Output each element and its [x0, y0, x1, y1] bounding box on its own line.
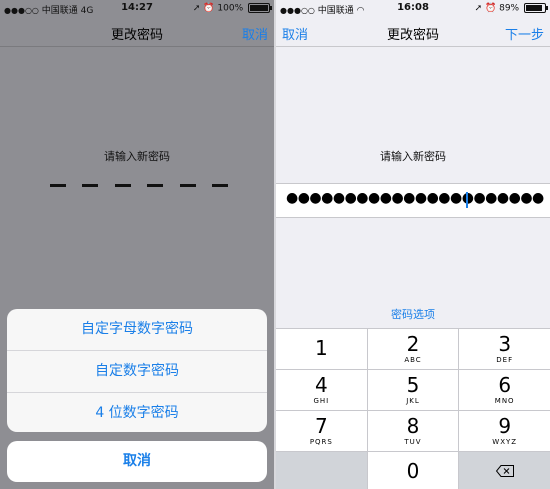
passcode-dash	[82, 184, 99, 187]
new-password-prompt: 请输入新密码	[380, 150, 446, 163]
numeric-keypad: 1 2 ABC 3 DEF 4 GHI 5 JKL 6 MNO 7 PQRS 8 TUV 9W…	[276, 328, 550, 489]
passcode-options-sheet: 自定字母数字密码 自定数字密码 4 位数字密码	[7, 309, 267, 432]
status-bar: ●●●○○ 中国联通 ◠ 16:08 ➚ ⏰ 89%	[276, 0, 550, 16]
passcode-dash	[50, 184, 66, 187]
key-0[interactable]: 0	[367, 452, 459, 489]
battery-percent: 89%	[499, 3, 520, 14]
key-7[interactable]: 7 PQRS	[276, 411, 367, 451]
next-button[interactable]: 下一步	[505, 24, 544, 43]
key-3[interactable]: 3 DEF	[459, 329, 550, 369]
empty-key	[276, 452, 367, 489]
alarm-icon: ⏰	[203, 3, 215, 14]
keypad-row: 1 2 ABC 3 DEF	[276, 329, 550, 369]
passcode-dash	[147, 184, 164, 187]
passcode-dashes	[50, 184, 228, 190]
passcode-options-link[interactable]: 密码选项	[276, 306, 550, 322]
passcode-dash	[179, 184, 196, 187]
delete-backspace-icon	[495, 464, 514, 477]
key-9[interactable]: 9 WXYZ	[459, 411, 550, 451]
key-6[interactable]: 6 MNO	[459, 370, 550, 410]
new-password-prompt: 请输入新密码	[104, 150, 170, 163]
nav-title: 更改密码	[110, 28, 163, 43]
nav-bar: 更改密码 取消	[0, 18, 274, 47]
nav-bar: 取消 更改密码 下一步	[276, 18, 550, 47]
key-1[interactable]: 1	[276, 329, 367, 369]
status-right: ➚ ⏰ 89%	[474, 3, 548, 14]
password-field[interactable]: ●●●●●●●●●●●●●●●●●●●●●●	[276, 183, 550, 218]
keypad-row: 0	[276, 452, 550, 489]
battery-percent: 100%	[217, 3, 244, 14]
keypad-row: 4 GHI 5 JKL 6 MNO	[276, 370, 550, 410]
status-bar: ●●●○○ 中国联通 4G 14:27 ➚ ⏰ 100%	[0, 0, 274, 16]
sheet-cancel-button[interactable]: 取消	[7, 441, 267, 482]
location-icon: ➚	[474, 3, 483, 14]
custom-numeric-option[interactable]: 自定数字密码	[7, 351, 267, 393]
cancel-nav-button[interactable]: 取消	[242, 24, 268, 43]
four-digit-option[interactable]: 4 位数字密码	[7, 393, 267, 432]
custom-alphanumeric-option[interactable]: 自定字母数字密码	[7, 309, 267, 351]
delete-key[interactable]	[459, 452, 550, 489]
status-right: ➚ ⏰ 100%	[192, 3, 272, 14]
left-screen: ●●●○○ 中国联通 4G 14:27 ➚ ⏰ 100% 更改密码 取消 请输入…	[0, 0, 274, 489]
passcode-dash	[211, 184, 228, 187]
key-2[interactable]: 2 ABC	[367, 329, 459, 369]
right-screen: ●●●○○ 中国联通 ◠ 16:08 ➚ ⏰ 89% 取消 更改密码 下一步 请…	[276, 0, 550, 489]
battery-icon	[248, 3, 272, 13]
key-4[interactable]: 4 GHI	[276, 370, 367, 410]
alarm-icon: ⏰	[485, 3, 497, 14]
screenshot-pair: ●●●○○ 中国联通 4G 14:27 ➚ ⏰ 100% 更改密码 取消 请输入…	[0, 0, 550, 489]
battery-icon	[524, 3, 548, 13]
key-5[interactable]: 5 JKL	[367, 370, 459, 410]
keypad-row: 7 PQRS 8 TUV 9 WXYZ	[276, 411, 550, 451]
key-8[interactable]: 8 TUV	[367, 411, 459, 451]
passcode-dash	[114, 184, 131, 187]
text-caret	[466, 192, 468, 208]
location-icon: ➚	[192, 3, 201, 14]
password-value: ●●●●●●●●●●●●●●●●●●●●●●	[286, 190, 544, 206]
